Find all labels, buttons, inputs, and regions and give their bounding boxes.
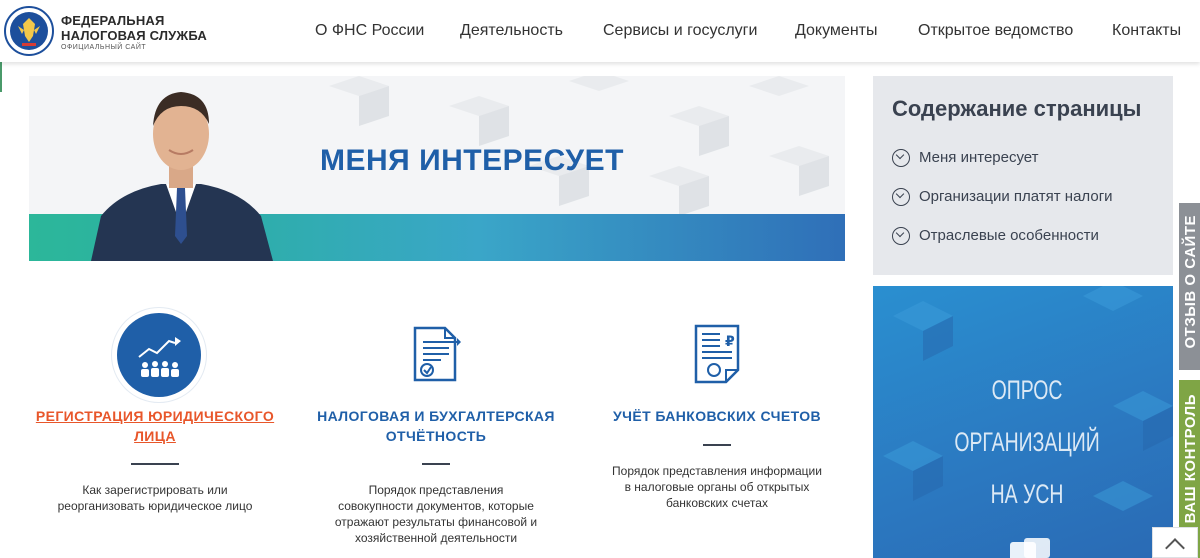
- businessman-photo: [91, 92, 273, 261]
- toc-item-label: Отраслевые особенности: [919, 227, 1099, 244]
- toc-item-label: Организации платят налоги: [919, 188, 1113, 205]
- card-description: Порядок представления информации в налог…: [597, 463, 837, 511]
- chevron-down-circle-icon: [892, 188, 910, 206]
- toc-item-label: Меня интересует: [919, 149, 1039, 166]
- logo-subtitle: ОФИЦИАЛЬНЫЙ САЙТ: [61, 44, 147, 51]
- hero-title: МЕНЯ ИНТЕРЕСУЕТ: [320, 144, 624, 177]
- main-nav: О ФНС России Деятельность Сервисы и госу…: [0, 22, 1200, 42]
- card-title-line-1: НАЛОГОВАЯ И БУХГАЛТЕРСКАЯ: [317, 408, 555, 424]
- survey-line-1: ОПРОС: [991, 375, 1063, 405]
- report-document-icon: [413, 326, 461, 382]
- svg-text:₽: ₽: [725, 334, 735, 350]
- chat-bubbles-icon: [1010, 538, 1050, 558]
- ruble-document-icon: ₽: [694, 324, 740, 384]
- card-desc-line: хозяйственной деятельности: [354, 531, 518, 545]
- card-description: Порядок представления совокупности докум…: [316, 482, 556, 546]
- control-tab-label: ВАШ КОНТРОЛЬ: [1182, 394, 1199, 524]
- card-title[interactable]: УЧЁТ БАНКОВСКИХ СЧЕТОВ: [597, 406, 837, 426]
- card-title-line-2: ОТЧЁТНОСТЬ: [385, 428, 487, 444]
- nav-item-services[interactable]: Сервисы и госуслуги: [603, 22, 757, 40]
- feedback-side-tab[interactable]: ОТЗЫВ О САЙТЕ: [1179, 203, 1200, 370]
- card-desc-line: Как зарегистрировать или: [82, 483, 228, 497]
- chevron-down-circle-icon: [892, 149, 910, 167]
- nav-item-activity[interactable]: Деятельность: [460, 22, 563, 40]
- card-description: Как зарегистрировать или реорганизовать …: [35, 482, 275, 514]
- card-title-line-1: УЧЁТ БАНКОВСКИХ СЧЕТОВ: [613, 408, 821, 424]
- card-divider: [131, 463, 179, 465]
- growth-people-icon: [112, 308, 206, 402]
- page-contents-panel: Содержание страницы Меня интересует Орга…: [873, 76, 1173, 275]
- card-title[interactable]: РЕГИСТРАЦИЯ ЮРИДИЧЕСКОГО ЛИЦА: [35, 406, 275, 446]
- scroll-to-top-button[interactable]: [1152, 527, 1198, 558]
- left-accent-strip: [0, 62, 2, 92]
- card-desc-line: совокупности документов, которые: [338, 499, 534, 513]
- survey-line-2: ОРГАНИЗАЦИЙ: [954, 427, 1100, 457]
- card-desc-line: отражают результаты финансовой и: [334, 515, 538, 529]
- usn-survey-banner[interactable]: ОПРОС ОРГАНИЗАЦИЙ НА УСН: [873, 286, 1173, 558]
- card-divider: [422, 463, 450, 465]
- nav-item-contacts[interactable]: Контакты: [1112, 22, 1181, 40]
- card-divider: [703, 444, 731, 446]
- survey-line-3: НА УСН: [990, 479, 1064, 509]
- nav-item-documents[interactable]: Документы: [795, 22, 877, 40]
- card-title-line-2: ЛИЦА: [134, 428, 176, 444]
- card-desc-line: в налоговые органы об открытых: [624, 480, 810, 494]
- card-desc-line: Порядок представления информации: [612, 464, 822, 478]
- card-desc-line: банковских счетах: [666, 496, 768, 510]
- site-header: ФЕДЕРАЛЬНАЯ НАЛОГОВАЯ СЛУЖБА ОФИЦИАЛЬНЫЙ…: [0, 0, 1200, 62]
- chevron-down-circle-icon: [892, 227, 910, 245]
- hero-banner: МЕНЯ ИНТЕРЕСУЕТ: [29, 76, 845, 261]
- card-title[interactable]: НАЛОГОВАЯ И БУХГАЛТЕРСКАЯ ОТЧЁТНОСТЬ: [316, 406, 556, 446]
- nav-item-open-agency[interactable]: Открытое ведомство: [918, 22, 1073, 40]
- card-desc-line: Порядок представления: [368, 483, 504, 497]
- nav-item-about[interactable]: О ФНС России: [315, 22, 424, 40]
- feedback-tab-label: ОТЗЫВ О САЙТЕ: [1182, 215, 1199, 349]
- survey-title: ОПРОС ОРГАНИЗАЦИЙ НА УСН: [916, 364, 1138, 520]
- card-title-line-1: РЕГИСТРАЦИЯ ЮРИДИЧЕСКОГО: [35, 408, 275, 424]
- toc-title: Содержание страницы: [892, 96, 1142, 121]
- card-desc-line: реорганизовать юридическое лицо: [57, 499, 253, 513]
